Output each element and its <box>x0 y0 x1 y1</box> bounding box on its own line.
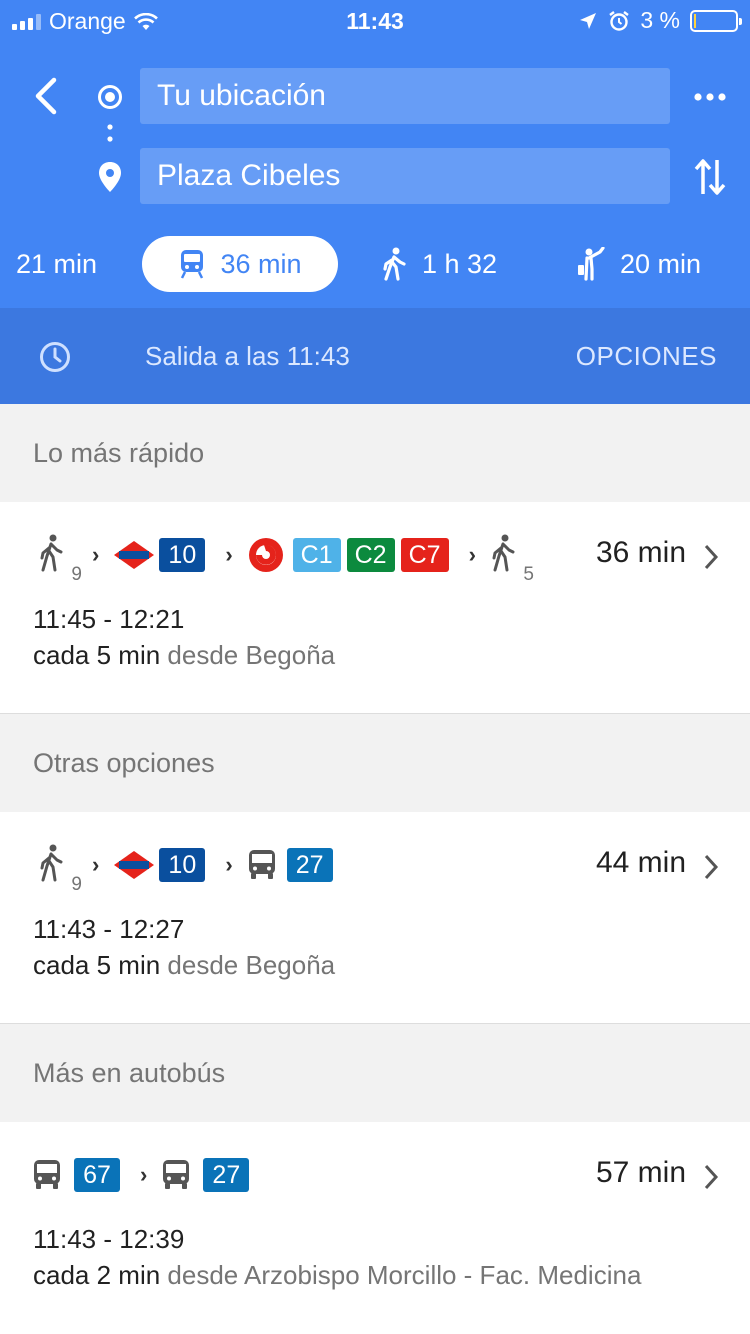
battery-percent: 3 % <box>640 7 680 33</box>
departure-bar[interactable]: Salida a las 11:43 OPCIONES <box>0 308 750 404</box>
walk-step-start: 9 <box>32 532 82 585</box>
frequency-value: cada 5 min <box>33 640 161 670</box>
chevron-right-icon: › <box>92 852 100 877</box>
tab-ride-label: 20 min <box>620 248 702 279</box>
tab-car-label: 21 min <box>16 248 98 279</box>
route-steps: 9 › 10 › C1 C2 C7 › 5 <box>32 532 536 585</box>
bus-line-badge: 27 <box>203 1158 250 1192</box>
back-arrow-icon[interactable] <box>24 74 68 118</box>
travel-mode-tabs: 21 min 36 min 1 h 32 20 min <box>0 236 750 292</box>
chevron-right-icon: › <box>92 542 100 567</box>
bus-icon <box>163 1160 190 1189</box>
train-icon <box>181 250 204 279</box>
walk-minutes-start: 9 <box>71 874 82 895</box>
walking-person-icon <box>40 844 63 882</box>
battery-icon <box>690 9 742 32</box>
route-steps: 9 › 10 › 27 <box>32 842 339 895</box>
chevron-right-icon: › <box>225 542 233 567</box>
route-duration: 44 min <box>595 846 686 879</box>
section-title-bus: Más en autobús <box>0 1024 750 1122</box>
chevron-right-icon[interactable] <box>702 543 720 571</box>
bus-line-badge: 27 <box>286 848 333 882</box>
bus-icon <box>34 1160 60 1189</box>
cercanias-line-c7-badge: C7 <box>400 538 449 572</box>
route-times: 11:43 - 12:39 <box>33 1224 185 1254</box>
walk-step-start: 9 <box>32 842 82 895</box>
destination-input[interactable]: Plaza Cibeles <box>140 148 670 204</box>
walk-step-end: 5 <box>490 532 536 585</box>
origin-dot-icon <box>98 85 122 109</box>
bus-icon <box>248 850 275 879</box>
metro-logo-icon <box>114 541 155 569</box>
route-frequency: cada 5 min desde Begoña <box>33 640 335 671</box>
walking-person-icon <box>383 247 406 281</box>
destination-pin-icon <box>99 162 121 192</box>
section-title-other: Otras opciones <box>0 714 750 812</box>
options-button[interactable]: OPCIONES <box>576 341 717 372</box>
battery-level-fill <box>694 13 696 28</box>
walk-minutes-start: 9 <box>71 564 82 585</box>
chevron-right-icon: › <box>468 542 476 567</box>
metro-line-badge: 10 <box>159 538 206 572</box>
bus-line-badge: 67 <box>74 1158 120 1192</box>
location-arrow-icon <box>580 12 597 29</box>
departure-stop: desde Begoña <box>167 950 336 980</box>
ride-hail-icon <box>578 247 605 281</box>
metro-line-badge: 10 <box>159 848 206 882</box>
route-duration: 57 min <box>595 1156 686 1189</box>
cercanias-line-c1-badge: C1 <box>292 538 341 572</box>
chevron-right-icon[interactable] <box>702 853 720 881</box>
metro-logo-icon <box>114 851 155 879</box>
frequency-value: cada 2 min <box>33 1260 161 1290</box>
route-frequency: cada 5 min desde Begoña <box>33 950 335 981</box>
swap-direction-icon[interactable] <box>690 156 730 198</box>
route-card-fastest[interactable]: 9 › 10 › C1 C2 C7 › 5 36 min 11:45 - 12:… <box>0 502 750 714</box>
alarm-icon <box>609 10 630 31</box>
chevron-right-icon: › <box>225 852 233 877</box>
tab-transit[interactable]: 36 min <box>142 236 338 292</box>
origin-input[interactable]: Tu ubicación <box>140 68 670 124</box>
cercanias-line-c2-badge: C2 <box>346 538 395 572</box>
route-card-other[interactable]: 9 › 10 › 27 44 min 11:43 - 12:27 cada 5 … <box>0 812 750 1024</box>
departure-stop: desde Arzobispo Morcillo - Fac. Medicina <box>167 1260 642 1290</box>
tab-car[interactable]: 21 min <box>16 236 97 292</box>
status-right: 3 % <box>578 7 742 34</box>
section-title-fastest: Lo más rápido <box>0 404 750 502</box>
more-options-icon[interactable] <box>690 82 730 112</box>
route-times: 11:43 - 12:27 <box>33 914 185 944</box>
route-dots-icon <box>107 124 113 142</box>
route-steps: 67 › 27 <box>32 1152 255 1198</box>
tab-transit-label: 36 min <box>220 248 302 279</box>
walking-person-icon <box>40 534 63 572</box>
route-frequency: cada 2 min desde Arzobispo Morcillo - Fa… <box>33 1260 641 1291</box>
chevron-right-icon[interactable] <box>702 1163 720 1191</box>
departure-stop: desde Begoña <box>167 640 336 670</box>
clock-icon <box>40 342 70 372</box>
route-times: 11:45 - 12:21 <box>33 604 185 634</box>
frequency-value: cada 5 min <box>33 950 161 980</box>
tab-ride[interactable]: 20 min <box>576 236 701 292</box>
chevron-right-icon: › <box>140 1162 148 1187</box>
directions-header: Orange 11:43 3 % Tu ubicación Plaza Cibe… <box>0 0 750 308</box>
walk-minutes-end: 5 <box>523 564 534 585</box>
status-bar: Orange 11:43 3 % <box>0 0 750 40</box>
tab-walk-label: 1 h 32 <box>422 248 498 279</box>
route-card-bus[interactable]: 67 › 27 57 min 11:43 - 12:39 cada 2 min … <box>0 1122 750 1334</box>
walking-person-icon <box>492 534 515 572</box>
route-duration: 36 min <box>595 536 686 569</box>
tab-walk[interactable]: 1 h 32 <box>380 236 497 292</box>
cercanias-logo-icon <box>248 538 283 572</box>
departure-time-text[interactable]: Salida a las 11:43 <box>145 341 350 372</box>
